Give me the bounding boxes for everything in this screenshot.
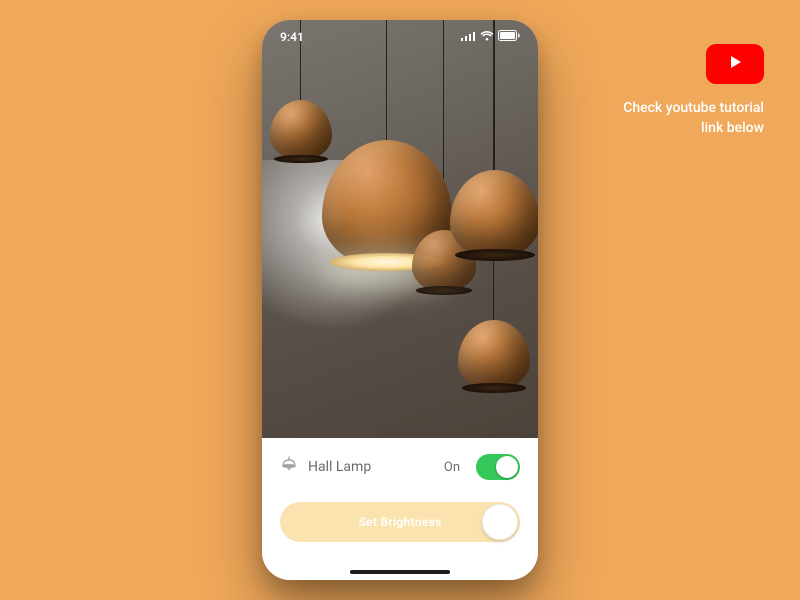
status-time: 9:41 xyxy=(280,30,304,44)
toggle-knob xyxy=(496,456,518,478)
status-bar: 9:41 xyxy=(262,20,538,54)
signal-icon xyxy=(461,30,476,44)
status-right xyxy=(461,30,520,44)
play-icon xyxy=(726,53,744,75)
home-indicator[interactable] xyxy=(350,570,450,574)
device-row: Hall Lamp On xyxy=(280,454,520,480)
device-state-label: On xyxy=(444,460,460,475)
pendant-lamp xyxy=(450,170,538,258)
phone-frame: 9:41 xyxy=(262,20,538,580)
promo-line-2: link below xyxy=(623,118,764,138)
promo-text: Check youtube tutorial link below xyxy=(623,98,764,139)
promo-line-1: Check youtube tutorial xyxy=(623,98,764,118)
pendant-lamp xyxy=(458,320,530,390)
brightness-slider[interactable]: Set Brightness xyxy=(280,502,520,542)
device-name: Hall Lamp xyxy=(308,459,434,475)
power-toggle[interactable] xyxy=(476,454,520,480)
youtube-button[interactable] xyxy=(706,44,764,84)
slider-label: Set Brightness xyxy=(358,515,441,529)
hero-image: 9:41 xyxy=(262,20,538,440)
battery-icon xyxy=(498,30,520,44)
promo-block: Check youtube tutorial link below xyxy=(623,44,764,139)
slider-thumb[interactable] xyxy=(482,504,518,540)
control-panel: Hall Lamp On Set Brightness xyxy=(262,438,538,580)
wifi-icon xyxy=(480,30,494,44)
lamp-icon xyxy=(280,456,298,478)
